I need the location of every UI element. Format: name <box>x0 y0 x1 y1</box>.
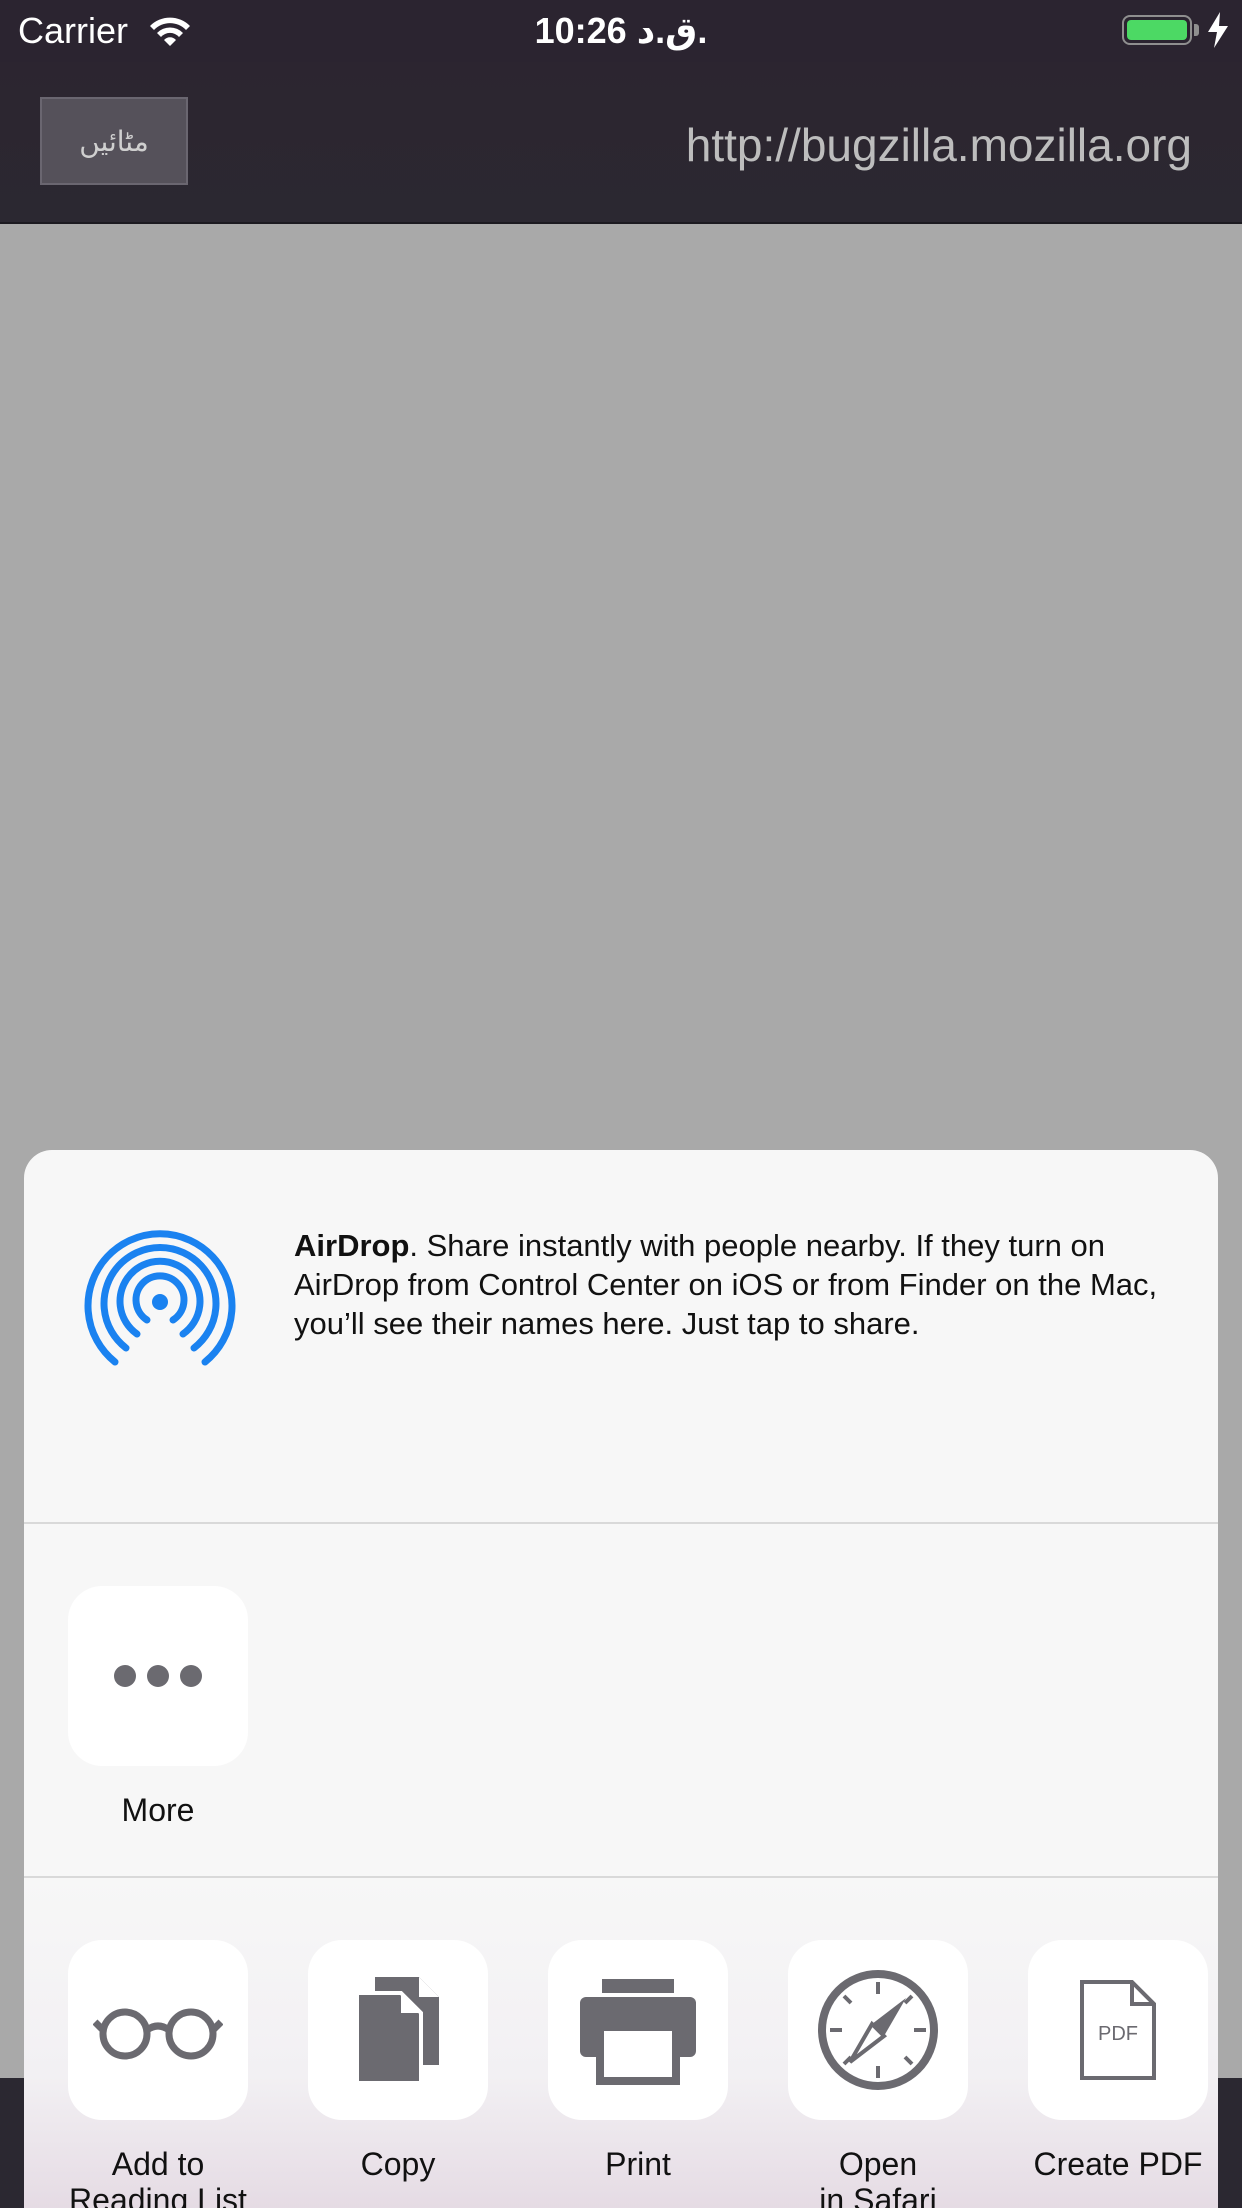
charging-bolt-icon <box>1208 12 1228 48</box>
more-tile[interactable] <box>68 1586 248 1766</box>
reading-list-tile[interactable] <box>68 1940 248 2120</box>
pdf-tile[interactable]: PDF <box>1028 1940 1208 2120</box>
svg-text:PDF: PDF <box>1098 2023 1138 2045</box>
create-pdf-button[interactable]: PDF Create PDF <box>1018 1940 1218 2182</box>
print-label: Print <box>605 2146 671 2182</box>
airdrop-icon <box>84 1230 236 1366</box>
open-in-safari-button[interactable]: Open in Safari <box>778 1940 978 2208</box>
ellipsis-icon <box>114 1665 202 1687</box>
print-button[interactable]: Print <box>538 1940 738 2182</box>
status-time: 10:26 ق.د. <box>534 10 708 51</box>
copy-icon <box>355 1977 439 2085</box>
copy-button[interactable]: Copy <box>298 1940 498 2182</box>
battery-tip <box>1194 24 1199 36</box>
create-pdf-label: Create PDF <box>1033 2146 1203 2182</box>
status-bar: Carrier 10:26 ق.د. <box>0 0 1242 62</box>
safari-compass-icon <box>818 1970 938 2090</box>
copy-tile[interactable] <box>308 1940 488 2120</box>
more-button[interactable]: More <box>58 1586 258 1828</box>
navigation-bar: مٹائیں http://bugzilla.mozilla.org <box>0 62 1242 224</box>
pdf-icon: PDF <box>1080 1980 1156 2080</box>
more-label: More <box>121 1792 195 1828</box>
glasses-icon <box>93 2008 223 2060</box>
copy-label: Copy <box>360 2146 436 2182</box>
open-in-safari-label: Open in Safari <box>819 2146 937 2208</box>
share-sheet: AirDrop. Share instantly with people nea… <box>24 1150 1218 2208</box>
safari-tile[interactable] <box>788 1940 968 2120</box>
airdrop-description: AirDrop. Share instantly with people nea… <box>294 1226 1184 1343</box>
cancel-button[interactable]: مٹائیں <box>40 97 188 185</box>
airdrop-body: . Share instantly with people nearby. If… <box>294 1228 1158 1341</box>
airdrop-title: AirDrop <box>294 1228 410 1263</box>
printer-icon <box>580 1979 696 2085</box>
airdrop-section: AirDrop. Share instantly with people nea… <box>24 1150 1218 1524</box>
add-to-reading-list-button[interactable]: Add to Reading List <box>58 1940 258 2208</box>
share-actions-section: Add to Reading List Copy Print Open in S… <box>24 1878 1218 2208</box>
share-apps-section: More <box>24 1524 1218 1878</box>
battery-icon <box>1122 15 1192 45</box>
url-label: http://bugzilla.mozilla.org <box>685 119 1192 171</box>
print-tile[interactable] <box>548 1940 728 2120</box>
add-to-reading-list-label: Add to Reading List <box>69 2146 247 2208</box>
